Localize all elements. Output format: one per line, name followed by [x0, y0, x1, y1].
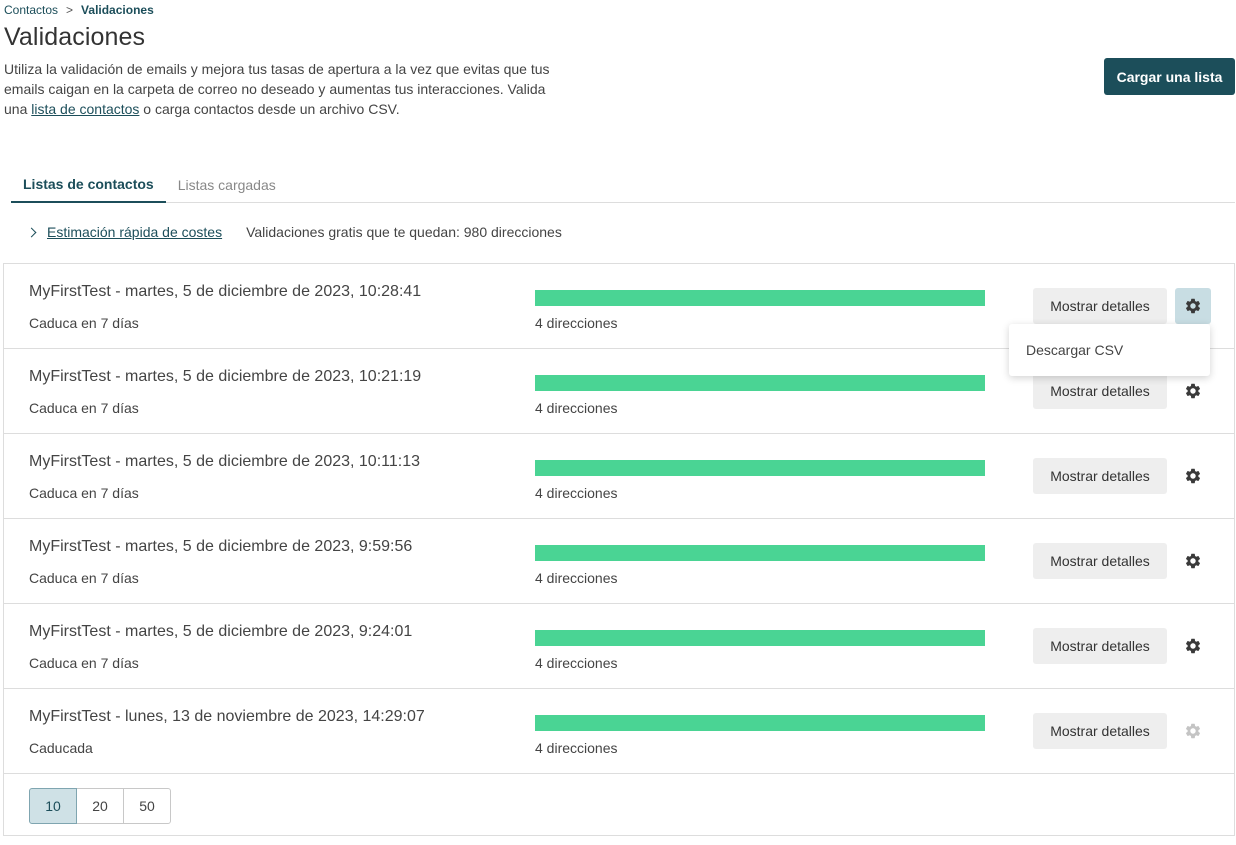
show-details-button[interactable]: Mostrar detalles	[1033, 543, 1167, 579]
free-validations-text: Validaciones gratis que te quedan: 980 d…	[246, 224, 562, 240]
address-count: 4 direcciones	[535, 485, 618, 501]
tab-bar: Listas de contactos Listas cargadas	[11, 166, 1235, 203]
cost-estimate-link[interactable]: Estimación rápida de costes	[47, 224, 222, 240]
row-title: MyFirstTest - martes, 5 de diciembre de …	[29, 453, 420, 470]
row-status: Caduca en 7 días	[29, 655, 139, 671]
page-intro: Utiliza la validación de emails y mejora…	[4, 59, 564, 119]
row-settings-button[interactable]	[1175, 713, 1211, 749]
breadcrumb-contactos-link[interactable]: Contactos	[4, 3, 58, 17]
validation-row: MyFirstTest - martes, 5 de diciembre de …	[4, 604, 1234, 689]
address-count: 4 direcciones	[535, 400, 618, 416]
validation-row: MyFirstTest - lunes, 13 de noviembre de …	[4, 689, 1234, 774]
page-title: Validaciones	[4, 23, 146, 51]
estimate-row: Estimación rápida de costes Validaciones…	[26, 224, 562, 240]
page-size-option[interactable]: 50	[123, 788, 171, 824]
gear-icon	[1185, 723, 1201, 739]
progress-bar-fill	[535, 375, 985, 391]
gear-icon	[1185, 298, 1201, 314]
contact-list-link[interactable]: lista de contactos	[31, 101, 139, 117]
progress-bar-fill	[535, 460, 985, 476]
row-settings-button[interactable]	[1175, 458, 1211, 494]
upload-list-button[interactable]: Cargar una lista	[1104, 58, 1235, 95]
gear-icon	[1185, 468, 1201, 484]
row-settings-button[interactable]	[1175, 288, 1211, 324]
address-count: 4 direcciones	[535, 655, 618, 671]
row-title: MyFirstTest - martes, 5 de diciembre de …	[29, 283, 422, 300]
show-details-button[interactable]: Mostrar detalles	[1033, 458, 1167, 494]
progress-bar	[535, 460, 985, 476]
progress-bar	[535, 290, 985, 306]
show-details-button[interactable]: Mostrar detalles	[1033, 713, 1167, 749]
progress-bar	[535, 545, 985, 561]
gear-icon	[1185, 553, 1201, 569]
chevron-right-icon[interactable]	[26, 227, 37, 238]
page-size-option[interactable]: 20	[76, 788, 124, 824]
row-status: Caduca en 7 días	[29, 315, 139, 331]
show-details-button[interactable]: Mostrar detalles	[1033, 373, 1167, 409]
breadcrumb-current: Validaciones	[81, 3, 154, 17]
progress-bar-fill	[535, 630, 985, 646]
row-status: Caducada	[29, 740, 93, 756]
intro-text-end: o carga contactos desde un archivo CSV.	[139, 101, 400, 117]
row-title: MyFirstTest - martes, 5 de diciembre de …	[29, 538, 413, 555]
page-size-selector: 10 20 50	[29, 788, 171, 824]
row-status: Caduca en 7 días	[29, 400, 139, 416]
row-status: Caduca en 7 días	[29, 570, 139, 586]
progress-bar	[535, 375, 985, 391]
page-size-option[interactable]: 10	[29, 788, 77, 824]
row-status: Caduca en 7 días	[29, 485, 139, 501]
progress-bar-fill	[535, 290, 985, 306]
progress-bar-fill	[535, 715, 985, 731]
tab-contact-lists[interactable]: Listas de contactos	[11, 166, 166, 203]
row-title: MyFirstTest - lunes, 13 de noviembre de …	[29, 708, 425, 725]
row-title: MyFirstTest - martes, 5 de diciembre de …	[29, 623, 413, 640]
progress-bar	[535, 630, 985, 646]
row-settings-button[interactable]	[1175, 373, 1211, 409]
address-count: 4 direcciones	[535, 570, 618, 586]
validation-row: MyFirstTest - martes, 5 de diciembre de …	[4, 434, 1234, 519]
download-csv-menu-item[interactable]: Descargar CSV	[1026, 342, 1123, 358]
address-count: 4 direcciones	[535, 740, 618, 756]
row-title: MyFirstTest - martes, 5 de diciembre de …	[29, 368, 422, 385]
breadcrumb: Contactos > Validaciones	[4, 3, 154, 17]
show-details-button[interactable]: Mostrar detalles	[1033, 628, 1167, 664]
progress-bar	[535, 715, 985, 731]
address-count: 4 direcciones	[535, 315, 618, 331]
progress-bar-fill	[535, 545, 985, 561]
gear-icon	[1185, 638, 1201, 654]
row-settings-button[interactable]	[1175, 628, 1211, 664]
show-details-button[interactable]: Mostrar detalles	[1033, 288, 1167, 324]
gear-icon	[1185, 383, 1201, 399]
row-settings-button[interactable]	[1175, 543, 1211, 579]
breadcrumb-separator: >	[66, 3, 74, 17]
tab-uploaded-lists[interactable]: Listas cargadas	[166, 166, 288, 203]
validation-row: MyFirstTest - martes, 5 de diciembre de …	[4, 519, 1234, 604]
gear-dropdown-menu: Descargar CSV	[1009, 324, 1210, 376]
